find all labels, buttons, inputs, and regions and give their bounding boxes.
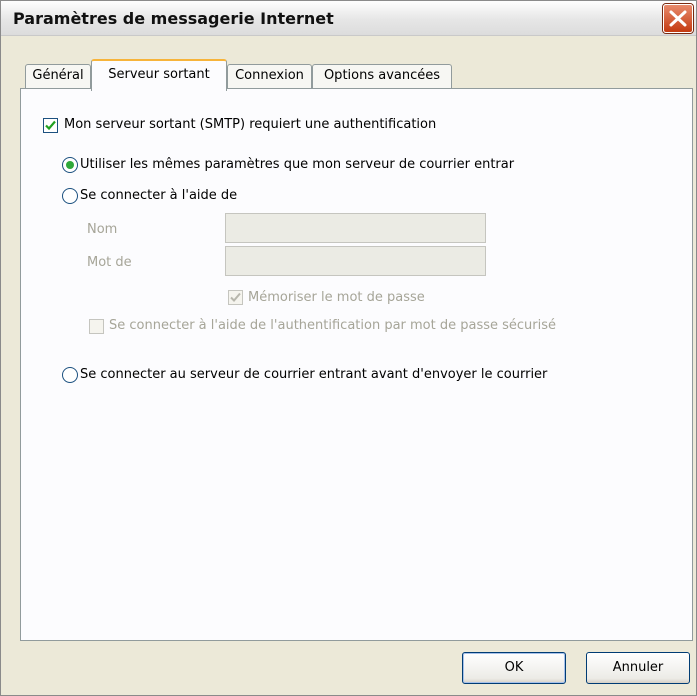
tab-general[interactable]: Général (25, 64, 91, 88)
radio-incoming-first[interactable] (62, 367, 78, 383)
smtp-auth-label: Mon serveur sortant (SMTP) requiert une … (64, 117, 437, 132)
smtp-auth-checkbox[interactable] (43, 118, 58, 133)
dialog-window: Paramètres de messagerie Internet Généra… (0, 0, 697, 696)
dialog-title: Paramètres de messagerie Internet (13, 9, 334, 28)
radio-connect-with[interactable] (62, 188, 78, 204)
name-label: Nom (87, 222, 118, 237)
remember-password-label: Mémoriser le mot de passe (248, 290, 425, 305)
close-button[interactable] (663, 4, 693, 33)
tab-advanced-options[interactable]: Options avancées (312, 64, 452, 88)
radio-incoming-first-label: Se connecter au serveur de courrier entr… (80, 367, 548, 382)
radio-same-settings-label: Utiliser les mêmes paramètres que mon se… (80, 157, 515, 172)
tab-connection[interactable]: Connexion (227, 64, 312, 88)
checkmark-icon (230, 292, 241, 302)
cancel-button[interactable]: Annuler (586, 652, 690, 684)
radio-selected-dot (66, 161, 74, 169)
checkmark-icon (45, 120, 56, 131)
tab-outgoing-server[interactable]: Serveur sortant (91, 59, 227, 91)
title-bar[interactable]: Paramètres de messagerie Internet (1, 1, 696, 36)
password-input[interactable] (225, 246, 486, 276)
radio-same-settings[interactable] (62, 157, 78, 173)
ok-button[interactable]: OK (462, 652, 566, 684)
radio-connect-with-label: Se connecter à l'aide de (80, 188, 238, 203)
name-input[interactable] (225, 213, 486, 243)
close-icon (669, 10, 687, 27)
password-label: Mot de (87, 255, 132, 270)
spa-label: Se connecter à l'aide de l'authentificat… (109, 318, 557, 333)
spa-checkbox[interactable] (89, 319, 104, 334)
remember-password-checkbox[interactable] (228, 290, 243, 305)
